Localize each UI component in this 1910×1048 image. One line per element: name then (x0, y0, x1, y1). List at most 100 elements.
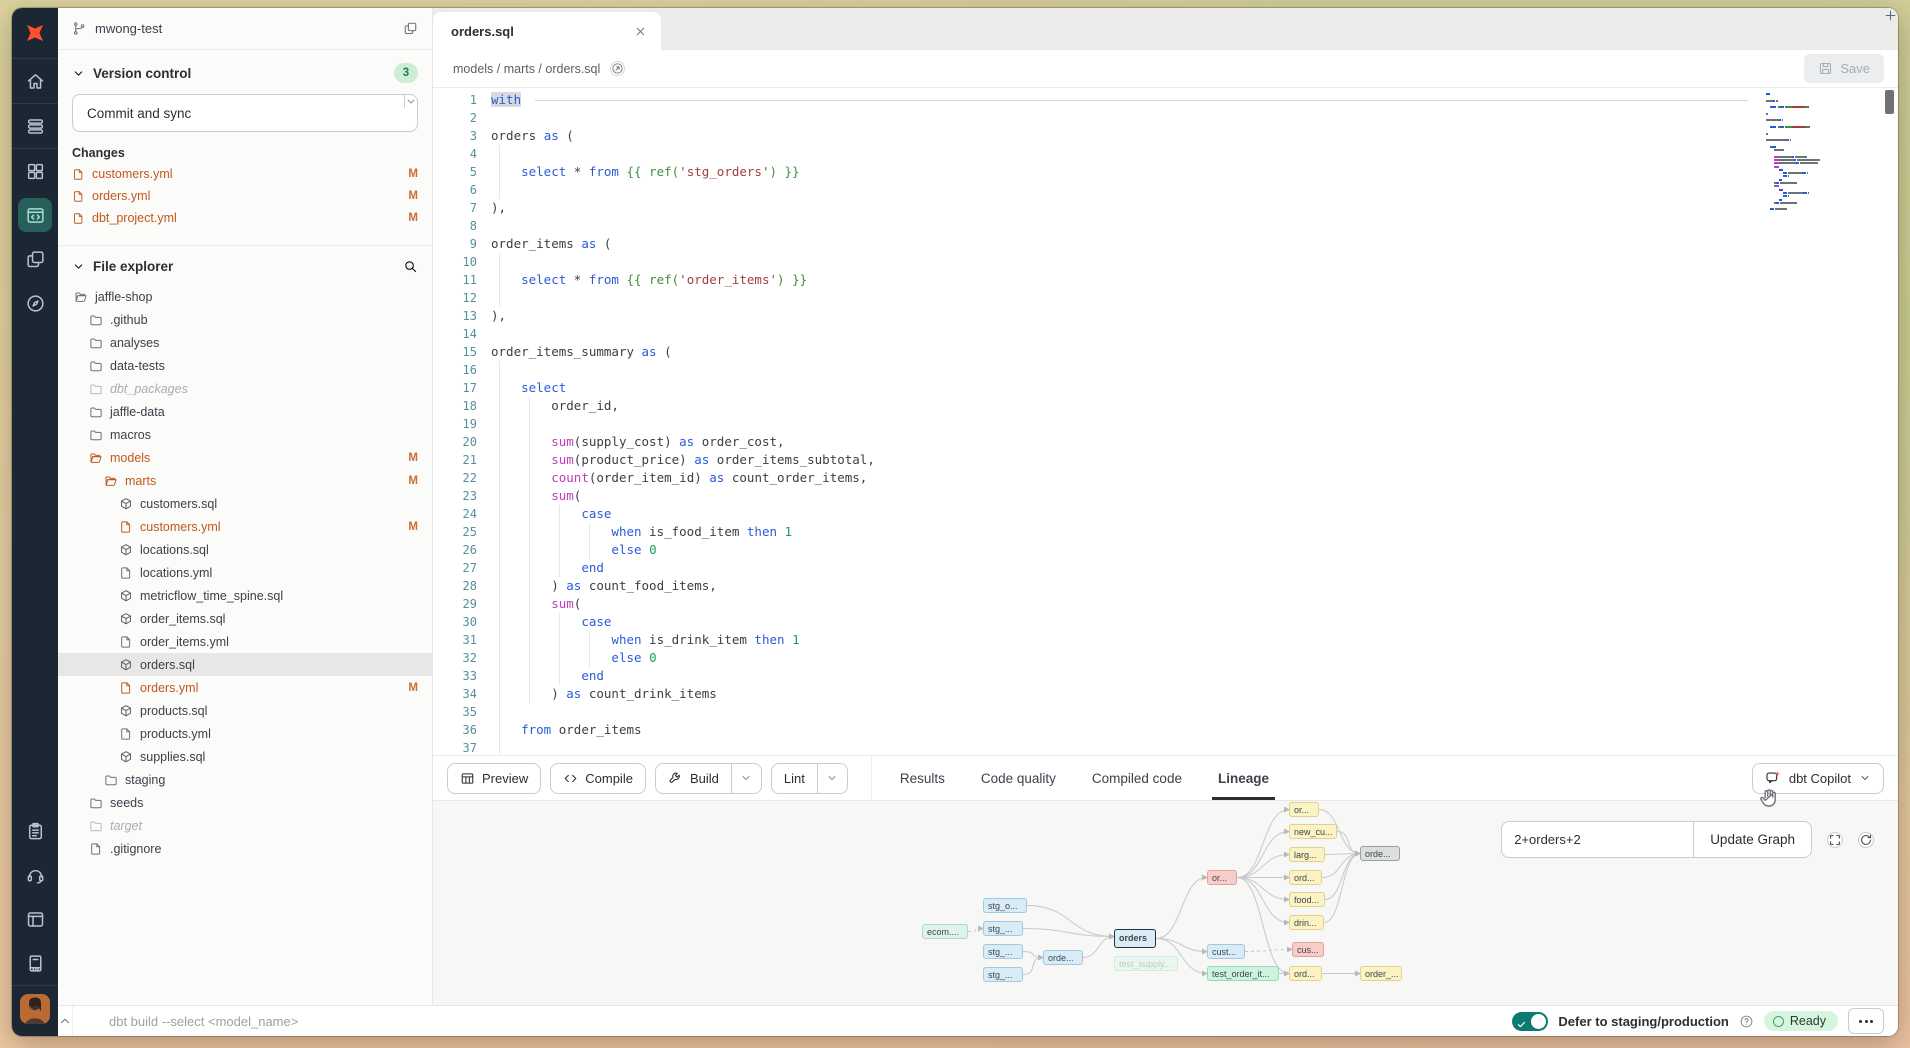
nav-orchestration[interactable] (12, 281, 58, 325)
commit-and-sync-button[interactable]: Commit and sync (72, 94, 418, 132)
lineage-node-ecom[interactable]: ecom.... (922, 924, 968, 939)
nav-code-editor[interactable] (12, 193, 58, 237)
tree-item-seeds[interactable]: seeds (58, 791, 432, 814)
nav-environments[interactable] (12, 104, 58, 148)
lint-button[interactable]: Lint (771, 763, 848, 794)
lineage-filter-input[interactable] (1501, 821, 1693, 858)
refresh-graph-button[interactable] (1858, 832, 1874, 848)
tree-item-data-tests[interactable]: data-tests (58, 354, 432, 377)
tree-item-customers-yml[interactable]: customers.ymlM (58, 515, 432, 538)
tree-item-staging[interactable]: staging (58, 768, 432, 791)
indent-guide (499, 271, 500, 289)
lineage-node-ordeGray[interactable]: orde... (1360, 846, 1400, 861)
lineage-node-ordY2[interactable]: ord... (1289, 966, 1322, 981)
dbt-command-input[interactable] (72, 1006, 1512, 1036)
editor-scrollbar[interactable] (1885, 90, 1894, 114)
tree-item-target[interactable]: target (58, 814, 432, 837)
editor-minimap[interactable] (1766, 93, 1878, 215)
tree-item-models[interactable]: modelsM (58, 446, 432, 469)
nav-support-headset[interactable] (12, 853, 58, 897)
tree-item-products-sql[interactable]: products.sql (58, 699, 432, 722)
lineage-node-drin[interactable]: drin... (1289, 915, 1324, 930)
tree-item-orders-yml[interactable]: orders.ymlM (58, 676, 432, 699)
new-tab-button[interactable] (1883, 8, 1898, 23)
nav-docs-window[interactable] (12, 897, 58, 941)
user-avatar[interactable] (20, 994, 50, 1024)
commit-options-chevron[interactable] (404, 95, 417, 108)
tree-item-jaffle-data[interactable]: jaffle-data (58, 400, 432, 423)
defer-label: Defer to staging/production (1558, 1014, 1728, 1029)
changed-file[interactable]: orders.ymlM (58, 185, 432, 207)
tree-item-orders-sql[interactable]: orders.sql (58, 653, 432, 676)
fullscreen-button[interactable] (1827, 832, 1843, 848)
open-lineage-icon[interactable] (610, 61, 625, 76)
lineage-node-newCu[interactable]: new_cu... (1289, 824, 1337, 839)
tree-item-order-items-yml[interactable]: order_items.yml (58, 630, 432, 653)
tree-item-marts[interactable]: martsM (58, 469, 432, 492)
build-button[interactable]: Build (655, 763, 762, 794)
nav-knowledge-base[interactable] (12, 941, 58, 985)
changed-file-name: orders.yml (92, 189, 401, 203)
more-options-button[interactable] (1848, 1008, 1884, 1034)
changed-file[interactable]: customers.ymlM (58, 163, 432, 185)
file-explorer-header[interactable]: File explorer (58, 246, 432, 281)
tree-item-locations-yml[interactable]: locations.yml (58, 561, 432, 584)
lineage-node-cust[interactable]: cust... (1207, 944, 1245, 959)
info-icon[interactable] (1739, 1014, 1754, 1029)
lineage-node-stg3[interactable]: stg_... (983, 944, 1023, 959)
compile-button[interactable]: Compile (550, 763, 646, 794)
preview-button[interactable]: Preview (447, 763, 541, 794)
lineage-node-stg1[interactable]: stg_o... (983, 898, 1027, 913)
lineage-node-cusPink[interactable]: cus... (1292, 942, 1324, 957)
close-tab-icon[interactable] (634, 25, 647, 38)
nav-home[interactable] (12, 59, 58, 103)
search-icon[interactable] (403, 259, 418, 274)
nav-changelog[interactable] (12, 809, 58, 853)
tree-item-supplies-sql[interactable]: supplies.sql (58, 745, 432, 768)
lineage-node-food[interactable]: food... (1289, 892, 1325, 907)
expand-command-bar-button[interactable] (58, 1014, 72, 1028)
tree-item--gitignore[interactable]: .gitignore (58, 837, 432, 860)
nav-apps-grid[interactable] (12, 149, 58, 193)
tree-item-metricflow-time-spine-sql[interactable]: metricflow_time_spine.sql (58, 584, 432, 607)
copy-branch-icon[interactable] (403, 21, 418, 36)
lineage-node-orY[interactable]: or... (1289, 802, 1319, 817)
lineage-node-testOrderIt[interactable]: test_order_it... (1207, 966, 1279, 981)
panel-tab-results[interactable]: Results (882, 756, 963, 800)
panel-tab-compiled-code[interactable]: Compiled code (1074, 756, 1200, 800)
indent-guide (529, 469, 530, 487)
save-button[interactable]: Save (1804, 54, 1884, 83)
tree-item-analyses[interactable]: analyses (58, 331, 432, 354)
tree-item-dbt-packages[interactable]: dbt_packages (58, 377, 432, 400)
tree-item-customers-sql[interactable]: customers.sql (58, 492, 432, 515)
tree-item-locations-sql[interactable]: locations.sql (58, 538, 432, 561)
lineage-node-orPink[interactable]: or... (1207, 870, 1237, 885)
tree-item-products-yml[interactable]: products.yml (58, 722, 432, 745)
tree-item-jaffle-shop[interactable]: jaffle-shop (58, 285, 432, 308)
version-control-header[interactable]: Version control 3 (58, 50, 432, 90)
lineage-node-orderY3[interactable]: order_... (1360, 966, 1402, 981)
nav-projects[interactable] (12, 237, 58, 281)
lineage-node-ordeBlue[interactable]: orde... (1043, 950, 1083, 965)
lineage-node-larg[interactable]: larg... (1289, 847, 1325, 862)
build-options-chevron[interactable] (731, 764, 761, 793)
lineage-node-testSupply[interactable]: test_supply... (1114, 956, 1178, 971)
dbt-copilot-button[interactable]: dbt Copilot (1752, 763, 1884, 794)
tree-item-order-items-sql[interactable]: order_items.sql (58, 607, 432, 630)
panel-tab-code-quality[interactable]: Code quality (963, 756, 1074, 800)
nav-dbt-logo[interactable] (12, 8, 58, 58)
tree-item-macros[interactable]: macros (58, 423, 432, 446)
tab-orders-sql[interactable]: orders.sql (433, 12, 661, 50)
lint-options-chevron[interactable] (817, 764, 847, 793)
lineage-node-stg2[interactable]: stg_... (983, 921, 1023, 936)
panel-tab-lineage[interactable]: Lineage (1200, 756, 1287, 800)
lineage-node-ordY1[interactable]: ord... (1289, 870, 1322, 885)
lineage-node-orders[interactable]: orders (1114, 929, 1156, 948)
indent-guide (499, 487, 500, 505)
code-editor[interactable]: 1with23orders as (45 select * from {{ re… (433, 88, 1898, 755)
tree-item--github[interactable]: .github (58, 308, 432, 331)
defer-toggle[interactable] (1512, 1012, 1548, 1031)
changed-file[interactable]: dbt_project.ymlM (58, 207, 432, 229)
lineage-node-stg4[interactable]: stg_... (983, 967, 1023, 982)
update-graph-button[interactable]: Update Graph (1693, 821, 1812, 858)
